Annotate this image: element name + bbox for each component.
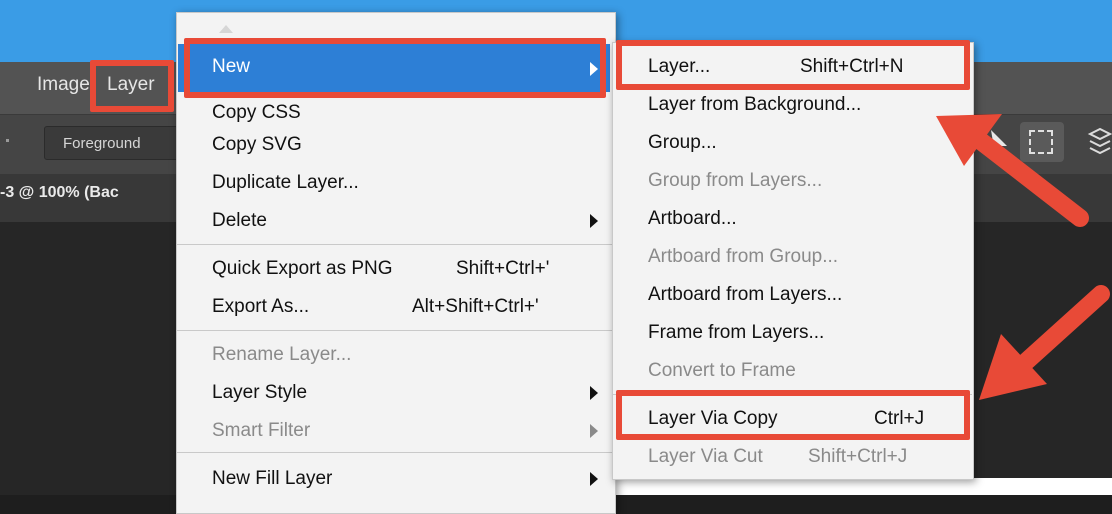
highlight-box-new	[184, 38, 606, 98]
menu-item-label: Convert to Frame	[648, 360, 796, 381]
menu-item-label: Layer from Background...	[648, 94, 862, 115]
menu-item-shortcut: Alt+Shift+Ctrl+'	[412, 296, 539, 317]
callout-arrow-icon	[979, 285, 1110, 400]
menu-item-label: Smart Filter	[212, 420, 311, 441]
menu-separator	[176, 244, 614, 245]
menu-item-label: Artboard from Group...	[648, 246, 839, 267]
menu-item-label: Layer Via Cut	[648, 446, 763, 467]
menu-item-label: Frame from Layers...	[648, 322, 825, 343]
menu-item-label: Group...	[648, 132, 717, 153]
menu-item-label: Quick Export as PNG	[212, 258, 393, 279]
title-bar-right	[614, 12, 1112, 42]
highlight-box-layer	[616, 40, 970, 90]
menu-item-label: Group from Layers...	[648, 170, 823, 191]
callout-arrow-icon	[936, 114, 1089, 227]
foreground-button[interactable]: Foreground	[44, 126, 182, 160]
document-tab-title[interactable]: -3 @ 100% (Bac	[0, 184, 119, 202]
menu-item-shortcut: Shift+Ctrl+'	[456, 258, 550, 279]
handle-dot	[6, 139, 9, 142]
menu-separator	[176, 330, 614, 331]
menu-item-label: Export As...	[212, 296, 310, 317]
menu-item-label: New Fill Layer	[212, 468, 333, 489]
menu-separator	[176, 452, 614, 453]
menu-item-label: Copy CSS	[212, 102, 301, 123]
menu-item-label: Artboard from Layers...	[648, 284, 843, 305]
canvas-document	[614, 478, 1112, 495]
menu-item-label: Layer Style	[212, 382, 308, 403]
menu-item-label: Artboard...	[648, 208, 737, 229]
menu-item-label: Rename Layer...	[212, 344, 352, 365]
submenu-arrow-icon	[590, 386, 598, 400]
menu-item-shortcut: Shift+Ctrl+J	[808, 446, 908, 467]
submenu-arrow-icon	[590, 472, 598, 486]
highlight-box-layer-menu	[90, 60, 174, 112]
submenu-arrow-icon	[590, 214, 598, 228]
menu-image[interactable]: Image	[37, 74, 90, 96]
highlight-box-layer-via-copy	[616, 390, 970, 440]
menu-item-label: Copy SVG	[212, 134, 302, 155]
submenu-arrow-icon	[590, 424, 598, 438]
menu-item-label: Duplicate Layer...	[212, 172, 359, 193]
menu-item-label: Delete	[212, 210, 267, 231]
